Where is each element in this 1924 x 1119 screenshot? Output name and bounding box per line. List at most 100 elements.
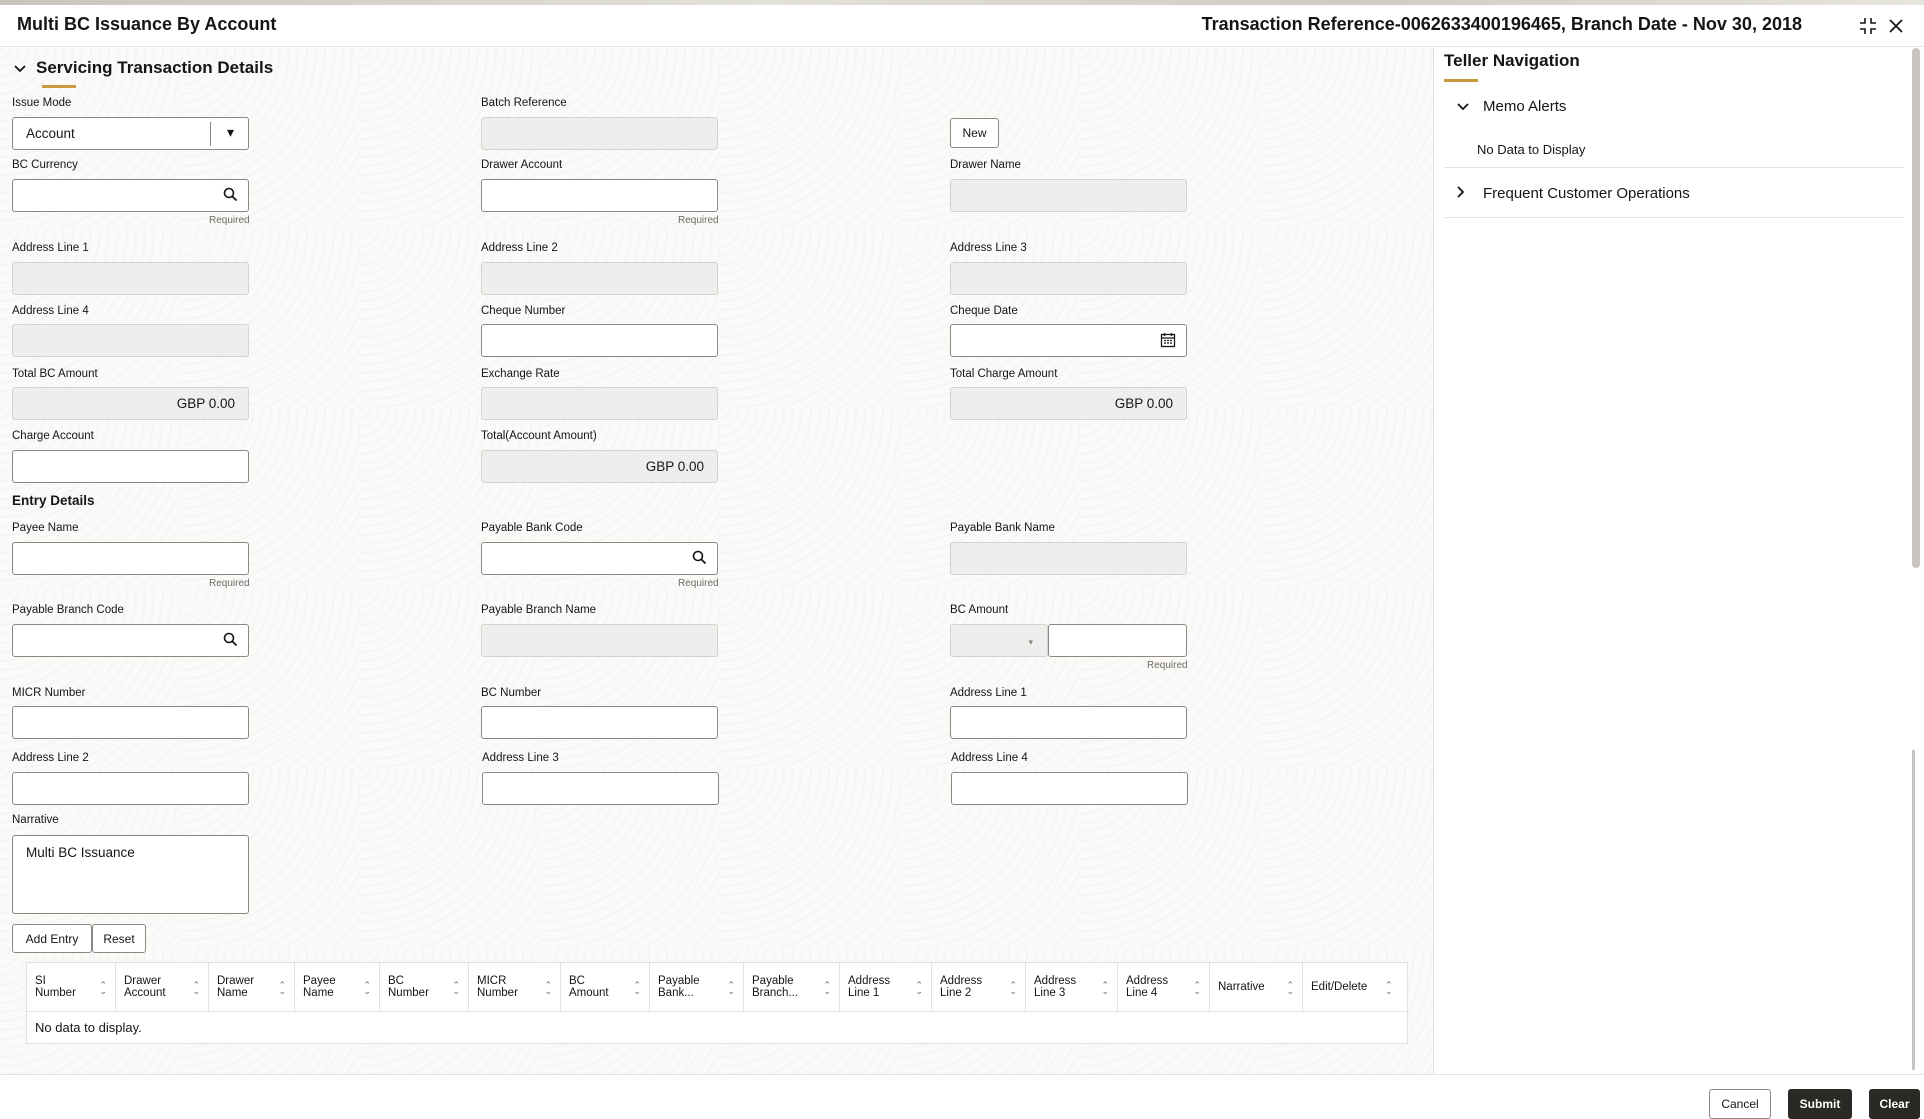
- sort-icon[interactable]: ⌃ ⌄: [915, 981, 923, 996]
- cancel-button[interactable]: Cancel: [1709, 1089, 1771, 1119]
- add-entry-button[interactable]: Add Entry: [12, 924, 92, 953]
- calendar-icon[interactable]: [1160, 332, 1176, 352]
- micr-number-input[interactable]: [12, 706, 249, 739]
- vertical-scrollbar-thumb[interactable]: [1912, 48, 1920, 568]
- sort-icon[interactable]: ⌃ ⌄: [1193, 981, 1201, 996]
- teller-title-underline: [1444, 79, 1478, 82]
- payable-branch-name-label: Payable Branch Name: [481, 604, 597, 616]
- frequent-operations-label: Frequent Customer Operations: [1483, 185, 1690, 202]
- search-icon[interactable]: [692, 550, 707, 569]
- sort-icon[interactable]: ⌃ ⌄: [192, 981, 200, 996]
- memo-alerts-label: Memo Alerts: [1483, 98, 1567, 115]
- column-header[interactable]: BC Number ⌃ ⌄: [379, 962, 469, 1012]
- submit-button[interactable]: Submit: [1788, 1089, 1852, 1119]
- clear-button[interactable]: Clear: [1869, 1089, 1920, 1119]
- address-line-4-field: [12, 324, 249, 357]
- sort-icon[interactable]: ⌃ ⌄: [633, 981, 641, 996]
- column-header[interactable]: Address Line 4 ⌃ ⌄: [1117, 962, 1210, 1012]
- sort-icon[interactable]: ⌃ ⌄: [1385, 981, 1393, 996]
- total-account-amount-field: GBP 0.00: [481, 450, 718, 483]
- reset-button[interactable]: Reset: [92, 924, 146, 953]
- address-line-3-label: Address Line 3: [950, 242, 1027, 254]
- sort-icon[interactable]: ⌃ ⌄: [823, 981, 831, 996]
- sort-icon[interactable]: ⌃ ⌄: [363, 981, 371, 996]
- sort-icon[interactable]: ⌃ ⌄: [1286, 981, 1294, 996]
- entry-address-line-4-input[interactable]: [951, 772, 1188, 805]
- drawer-account-input[interactable]: [481, 179, 718, 212]
- column-header[interactable]: Payee Name ⌃ ⌄: [294, 962, 380, 1012]
- cheque-number-input[interactable]: [481, 324, 718, 357]
- bc-amount-input[interactable]: [1048, 624, 1187, 657]
- bc-number-input[interactable]: [481, 706, 718, 739]
- entry-address-line-1-label: Address Line 1: [950, 687, 1027, 699]
- batch-reference-label: Batch Reference: [481, 97, 567, 109]
- sort-icon[interactable]: ⌃ ⌄: [1009, 981, 1017, 996]
- new-button[interactable]: New: [950, 118, 999, 148]
- payee-name-label: Payee Name: [12, 522, 79, 534]
- payable-branch-code-input[interactable]: [12, 624, 249, 657]
- empty-table-message: No data to display.: [35, 1020, 142, 1035]
- sort-icon[interactable]: ⌃ ⌄: [727, 981, 735, 996]
- column-header[interactable]: Edit/Delete ⌃ ⌄: [1302, 962, 1408, 1012]
- batch-reference-field: [481, 117, 718, 150]
- payable-bank-code-required: Required: [678, 578, 719, 589]
- micr-number-label: MICR Number: [12, 687, 86, 699]
- entry-address-line-1-input[interactable]: [950, 706, 1187, 739]
- bc-amount-currency-select[interactable]: ▾: [950, 624, 1048, 657]
- total-charge-amount-field: GBP 0.00: [950, 387, 1187, 420]
- teller-navigation-panel: Teller Navigation Memo Alerts No Data to…: [1443, 48, 1909, 1074]
- narrative-textarea[interactable]: Multi BC Issuance: [12, 835, 249, 914]
- sort-icon[interactable]: ⌃ ⌄: [1101, 981, 1109, 996]
- charge-account-input[interactable]: [12, 450, 249, 483]
- sort-icon[interactable]: ⌃ ⌄: [452, 981, 460, 996]
- footer-bar: Cancel Submit Clear: [0, 1074, 1924, 1119]
- bc-currency-input[interactable]: [12, 179, 249, 212]
- cheque-date-input[interactable]: [950, 324, 1187, 357]
- sort-icon[interactable]: ⌃ ⌄: [278, 981, 286, 996]
- drawer-account-label: Drawer Account: [481, 159, 563, 171]
- sort-icon[interactable]: ⌃ ⌄: [99, 981, 107, 996]
- window-header: Multi BC Issuance By Account Transaction…: [0, 5, 1924, 47]
- exchange-rate-label: Exchange Rate: [481, 368, 560, 380]
- column-header[interactable]: Narrative ⌃ ⌄: [1209, 962, 1303, 1012]
- total-account-amount-label: Total(Account Amount): [481, 430, 597, 442]
- vertical-scrollbar-track[interactable]: [1912, 750, 1915, 1070]
- payable-bank-code-label: Payable Bank Code: [481, 522, 583, 534]
- chevron-down-icon[interactable]: [14, 61, 26, 76]
- sort-icon[interactable]: ⌃ ⌄: [544, 981, 552, 996]
- entry-address-line-4-label: Address Line 4: [951, 752, 1028, 764]
- entry-address-line-3-input[interactable]: [482, 772, 719, 805]
- entry-address-line-2-input[interactable]: [12, 772, 249, 805]
- close-icon[interactable]: [1884, 14, 1908, 38]
- column-header[interactable]: Drawer Account ⌃ ⌄: [115, 962, 209, 1012]
- issue-mode-select[interactable]: Account ▾: [12, 117, 249, 150]
- chevron-down-icon[interactable]: [1457, 99, 1483, 114]
- column-header[interactable]: SI Number ⌃ ⌄: [26, 962, 116, 1012]
- address-line-4-label: Address Line 4: [12, 305, 89, 317]
- transaction-reference: Transaction Reference-0062633400196465, …: [1201, 14, 1802, 34]
- entries-table: SI Number ⌃ ⌄ Drawer Account ⌃ ⌄ Drawer Name ⌃ ⌄ …: [26, 962, 1408, 1044]
- payee-name-input[interactable]: [12, 542, 249, 575]
- column-header[interactable]: BC Amount ⌃ ⌄: [560, 962, 650, 1012]
- column-header[interactable]: Drawer Name ⌃ ⌄: [208, 962, 295, 1012]
- exchange-rate-field: [481, 387, 718, 420]
- narrative-label: Narrative: [12, 814, 59, 826]
- issue-mode-value: Account: [26, 126, 75, 141]
- column-header[interactable]: Address Line 2 ⌃ ⌄: [931, 962, 1026, 1012]
- column-header[interactable]: Address Line 1 ⌃ ⌄: [839, 962, 932, 1012]
- column-header[interactable]: MICR Number ⌃ ⌄: [468, 962, 561, 1012]
- column-header[interactable]: Address Line 3 ⌃ ⌄: [1025, 962, 1118, 1012]
- compress-icon[interactable]: [1856, 14, 1880, 38]
- total-bc-amount-label: Total BC Amount: [12, 368, 98, 380]
- section-underline: [42, 85, 76, 88]
- column-header[interactable]: Payable Bank... ⌃ ⌄: [649, 962, 744, 1012]
- frequent-operations-header[interactable]: Frequent Customer Operations: [1457, 185, 1690, 202]
- payable-bank-code-input[interactable]: [481, 542, 718, 575]
- search-icon[interactable]: [223, 632, 238, 651]
- chevron-right-icon[interactable]: [1457, 186, 1483, 201]
- section-header[interactable]: Servicing Transaction Details: [14, 58, 273, 88]
- search-icon[interactable]: [223, 187, 238, 206]
- entry-details-heading: Entry Details: [12, 493, 95, 508]
- column-header[interactable]: Payable Branch... ⌃ ⌄: [743, 962, 840, 1012]
- memo-alerts-header[interactable]: Memo Alerts: [1457, 98, 1566, 115]
